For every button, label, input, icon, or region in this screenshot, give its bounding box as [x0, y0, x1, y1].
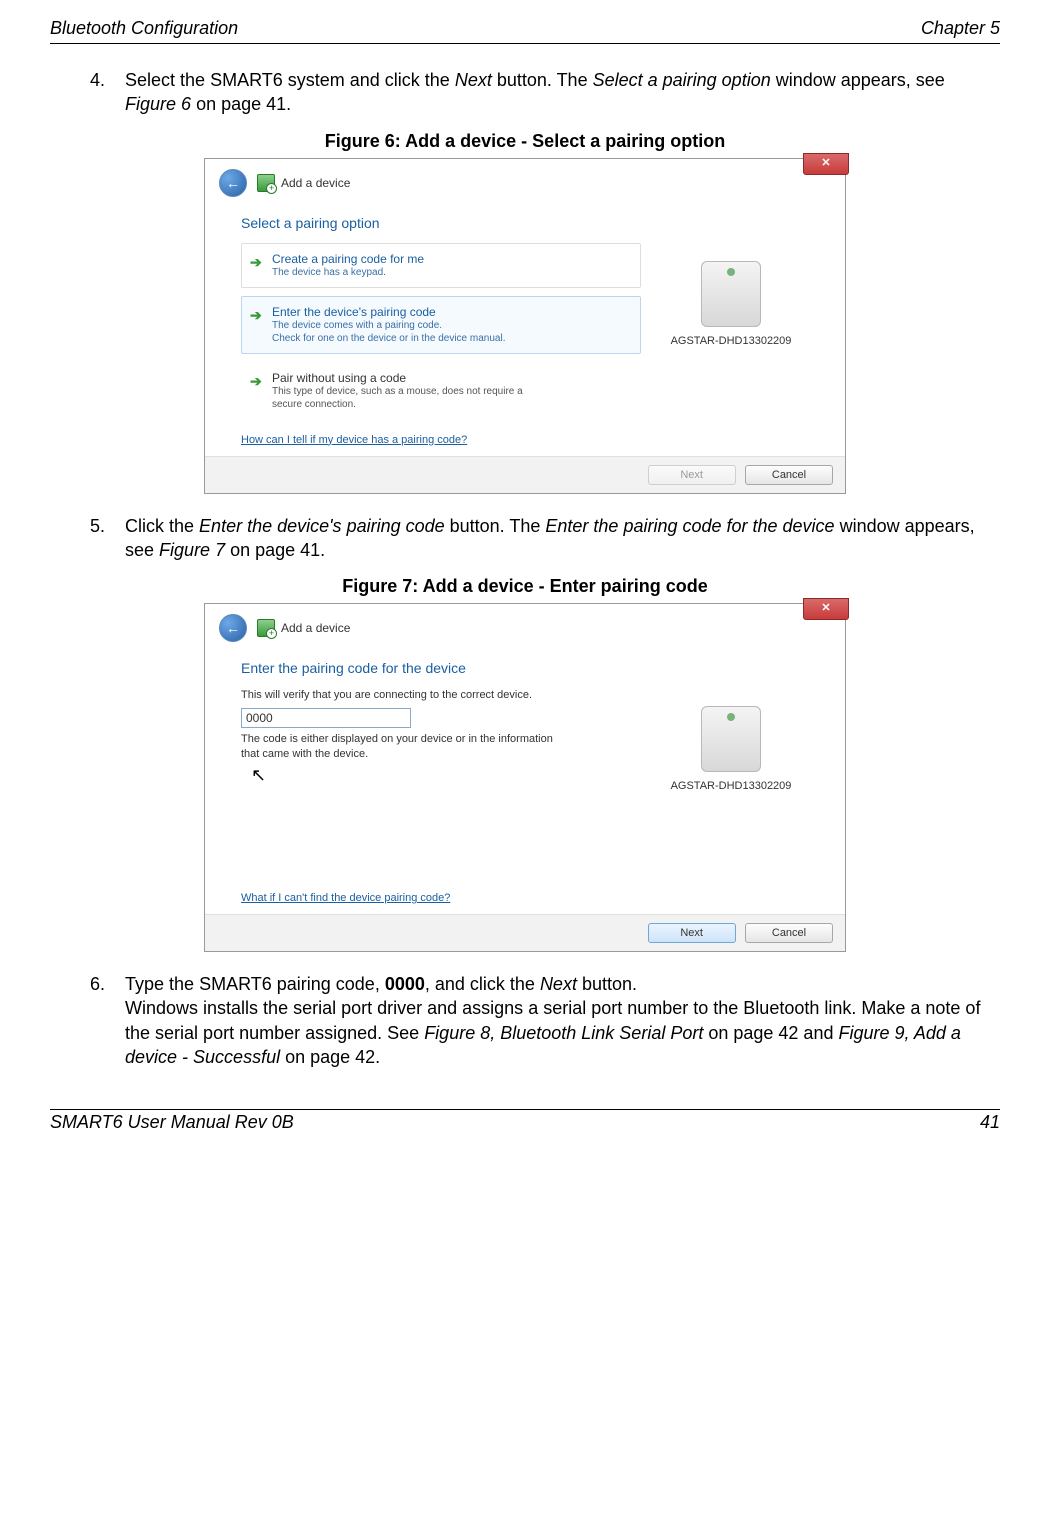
cursor-icon: ↖ — [251, 765, 266, 786]
step-5-text: Click the Enter the device's pairing cod… — [125, 514, 985, 563]
back-button[interactable]: ← — [219, 614, 247, 642]
option-create-code[interactable]: ➔ Create a pairing code for me The devic… — [241, 243, 641, 288]
step-6-text: Type the SMART6 pairing code, 0000, and … — [125, 972, 985, 1069]
device-name-label: AGSTAR-DHD13302209 — [641, 780, 821, 792]
add-device-icon — [257, 619, 275, 637]
device-name-label: AGSTAR-DHD13302209 — [641, 335, 821, 347]
help-link[interactable]: How can I tell if my device has a pairin… — [241, 434, 467, 446]
back-button[interactable]: ← — [219, 169, 247, 197]
option-title: Create a pairing code for me — [272, 252, 630, 266]
step-4-text: Select the SMART6 system and click the N… — [125, 68, 985, 117]
option-subtitle: The device comes with a pairing code.Che… — [272, 319, 630, 345]
next-button[interactable]: Next — [648, 923, 736, 943]
header-left: Bluetooth Configuration — [50, 18, 238, 39]
header-rule — [50, 43, 1000, 44]
figure-7-dialog: ✕ ← Add a device Enter the pairing code … — [204, 603, 846, 952]
step-4: 4. Select the SMART6 system and click th… — [90, 68, 990, 117]
header-right: Chapter 5 — [921, 18, 1000, 39]
footer-right: 41 — [980, 1112, 1000, 1133]
back-arrow-icon: ← — [226, 620, 240, 636]
arrow-icon: ➔ — [250, 373, 262, 390]
option-title: Pair without using a code — [272, 371, 630, 385]
dialog-heading: Enter the pairing code for the device — [241, 660, 821, 676]
cancel-button[interactable]: Cancel — [745, 465, 833, 485]
footer-left: SMART6 User Manual Rev 0B — [50, 1112, 294, 1133]
cancel-button[interactable]: Cancel — [745, 923, 833, 943]
code-note: The code is either displayed on your dev… — [241, 732, 571, 761]
verify-text: This will verify that you are connecting… — [241, 688, 641, 702]
option-no-code[interactable]: ➔ Pair without using a code This type of… — [241, 362, 641, 420]
pairing-code-input[interactable]: 0000 — [241, 708, 411, 728]
close-button[interactable]: ✕ — [803, 153, 849, 175]
arrow-icon: ➔ — [250, 307, 262, 324]
option-subtitle: This type of device, such as a mouse, do… — [272, 385, 630, 411]
step-5-number: 5. — [90, 514, 120, 538]
close-button[interactable]: ✕ — [803, 598, 849, 620]
step-6-number: 6. — [90, 972, 120, 996]
dialog-heading: Select a pairing option — [241, 215, 821, 231]
dialog-title: Add a device — [281, 621, 350, 635]
step-4-number: 4. — [90, 68, 120, 92]
option-title: Enter the device's pairing code — [272, 305, 630, 319]
option-enter-code[interactable]: ➔ Enter the device's pairing code The de… — [241, 296, 641, 354]
device-icon — [701, 706, 761, 772]
close-icon: ✕ — [821, 599, 830, 617]
dialog-title: Add a device — [281, 176, 350, 190]
close-icon: ✕ — [821, 154, 830, 172]
figure-6-dialog: ✕ ← Add a device Select a pairing option… — [204, 158, 846, 494]
step-5: 5. Click the Enter the device's pairing … — [90, 514, 990, 563]
help-link[interactable]: What if I can't find the device pairing … — [241, 892, 450, 904]
option-subtitle: The device has a keypad. — [272, 266, 630, 279]
figure-6-caption: Figure 6: Add a device - Select a pairin… — [50, 131, 1000, 152]
next-button[interactable]: Next — [648, 465, 736, 485]
add-device-icon — [257, 174, 275, 192]
back-arrow-icon: ← — [226, 175, 240, 191]
arrow-icon: ➔ — [250, 254, 262, 271]
device-icon — [701, 261, 761, 327]
figure-7-caption: Figure 7: Add a device - Enter pairing c… — [50, 576, 1000, 597]
step-6: 6. Type the SMART6 pairing code, 0000, a… — [90, 972, 990, 1069]
